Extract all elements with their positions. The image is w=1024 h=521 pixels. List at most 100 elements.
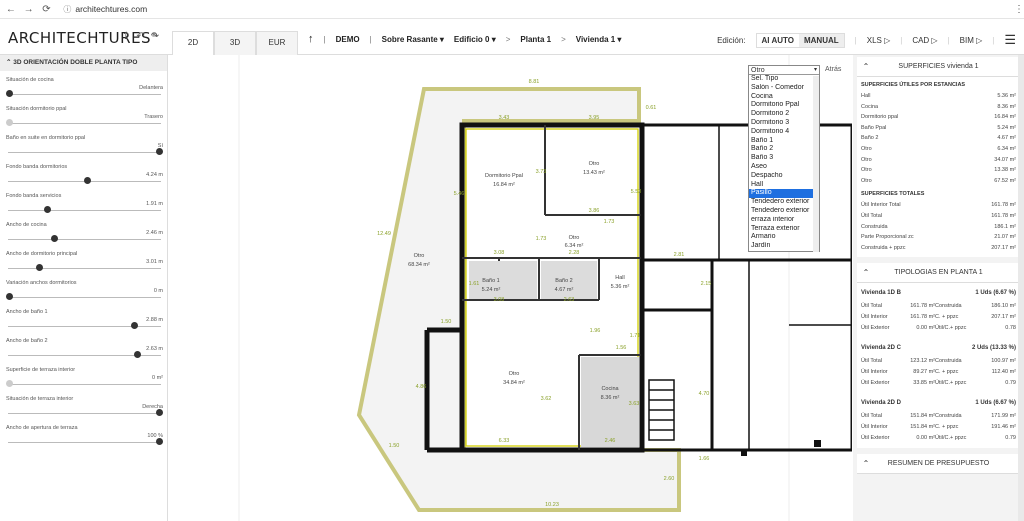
- room-label[interactable]: Hall: [615, 275, 624, 281]
- address-bar[interactable]: ⓘ architechtures.com: [63, 2, 1009, 16]
- parameter-slider[interactable]: Situación dormitorio ppal Trasero: [0, 100, 167, 129]
- crumb-edificio[interactable]: Edificio 0 ▾: [454, 35, 496, 44]
- slider-track[interactable]: [8, 297, 161, 298]
- reload-icon[interactable]: ⟳: [40, 4, 54, 15]
- slider-handle[interactable]: [51, 235, 58, 242]
- room-type-option[interactable]: Tendedero exterior: [749, 198, 819, 207]
- tab-3d[interactable]: 3D: [214, 31, 256, 55]
- slider-track[interactable]: [8, 326, 161, 327]
- mode-ai-auto-button[interactable]: AI AUTO: [757, 34, 799, 47]
- slider-handle[interactable]: [133, 351, 141, 358]
- mode-manual-button[interactable]: MANUAL: [798, 33, 844, 47]
- upload-icon[interactable]: ⇪: [122, 31, 130, 42]
- slider-handle[interactable]: [156, 148, 163, 155]
- room-label[interactable]: Otro: [509, 371, 520, 377]
- room-label[interactable]: Otro: [589, 161, 600, 167]
- room-type-option[interactable]: Dormitorio Ppal: [749, 101, 819, 110]
- slider-track[interactable]: [8, 210, 161, 211]
- parameter-slider[interactable]: Situación de terraza interior Derecha: [0, 390, 167, 419]
- slider-handle[interactable]: [6, 119, 13, 126]
- tab-2d[interactable]: 2D: [172, 31, 214, 55]
- slider-handle[interactable]: [6, 380, 13, 387]
- tab-eur[interactable]: EUR: [256, 31, 298, 55]
- forward-icon[interactable]: →: [22, 4, 36, 15]
- slider-handle[interactable]: [156, 409, 163, 416]
- room-type-option[interactable]: Cocina: [749, 93, 819, 102]
- room-label[interactable]: Cocina: [601, 386, 619, 392]
- parameter-slider[interactable]: Ancho de apertura de terraza 100 %: [0, 419, 167, 448]
- hamburger-menu-icon[interactable]: ☰: [1004, 32, 1016, 48]
- slider-handle[interactable]: [156, 438, 163, 445]
- slider-track[interactable]: [8, 239, 161, 240]
- room-type-option[interactable]: Aseo: [749, 163, 819, 172]
- parameter-slider[interactable]: Fondo banda dormitorios 4.24 m: [0, 158, 167, 187]
- room-label[interactable]: Otro: [414, 253, 425, 259]
- slider-track[interactable]: [8, 94, 161, 95]
- crumb-sobre-rasante[interactable]: Sobre Rasante ▾: [382, 35, 444, 44]
- back-link[interactable]: Atrás: [825, 66, 841, 73]
- room-type-option[interactable]: Dormitorio 4: [749, 128, 819, 137]
- room-type-selected[interactable]: Otro ▾: [749, 66, 819, 75]
- parameter-slider[interactable]: Situación de cocina Delantera: [0, 71, 167, 100]
- room-type-option[interactable]: Baño 1: [749, 137, 819, 146]
- dropdown-scrollbar[interactable]: [813, 76, 819, 252]
- parameter-slider[interactable]: Fondo banda servicios 1.91 m: [0, 187, 167, 216]
- site-info-icon[interactable]: ⓘ: [63, 4, 71, 15]
- export-cad-button[interactable]: CAD ▷: [912, 36, 937, 45]
- room-type-option[interactable]: Baño 3: [749, 154, 819, 163]
- back-icon[interactable]: ←: [4, 4, 18, 15]
- parameter-slider[interactable]: Superficie de terraza interior 0 m²: [0, 361, 167, 390]
- room-label[interactable]: Baño 1: [482, 278, 499, 284]
- redo-icon[interactable]: ↷: [151, 31, 159, 42]
- parameter-slider[interactable]: Ancho de dormitorio principal 3.01 m: [0, 245, 167, 274]
- room-label[interactable]: Dormitorio Ppal: [485, 173, 523, 179]
- panel-scrollbar[interactable]: [1018, 55, 1024, 521]
- crumb-vivienda[interactable]: Vivienda 1 ▾: [576, 35, 622, 44]
- export-xls-button[interactable]: XLS ▷: [867, 36, 891, 45]
- parameter-slider[interactable]: Baño en suite en dormitorio ppal Sí: [0, 129, 167, 158]
- crumb-planta[interactable]: Planta 1: [520, 35, 551, 44]
- room-type-option[interactable]: Tendedero exterior: [749, 207, 819, 216]
- room-type-option[interactable]: Armario: [749, 233, 819, 242]
- slider-handle[interactable]: [6, 293, 13, 300]
- export-bim-button[interactable]: BIM ▷: [960, 36, 983, 45]
- room-type-option[interactable]: Hall: [749, 181, 819, 190]
- room-type-option[interactable]: Pasillo: [749, 189, 819, 199]
- browser-menu-icon[interactable]: ⋮: [1014, 4, 1024, 15]
- slider-track[interactable]: [8, 442, 161, 443]
- room-type-option[interactable]: Dormitorio 3: [749, 119, 819, 128]
- parameter-slider[interactable]: Ancho de cocina 2.46 m: [0, 216, 167, 245]
- room-type-option[interactable]: Sel. Tipo: [749, 75, 819, 84]
- slider-value: 2.63 m: [146, 346, 163, 352]
- parameters-title[interactable]: ⌃ 3D ORIENTACIÓN DOBLE PLANTA TIPO: [0, 55, 167, 71]
- room-type-select[interactable]: Otro ▾ Sel. Tipo Salón - Comedor Cocina Dorm…: [748, 65, 820, 252]
- slider-handle[interactable]: [43, 206, 51, 213]
- room-type-option[interactable]: Despacho: [749, 172, 819, 181]
- undo-icon[interactable]: ↶: [136, 31, 144, 42]
- slider-track[interactable]: [8, 123, 161, 124]
- room-type-option[interactable]: Dormitorio 2: [749, 110, 819, 119]
- room-label[interactable]: Baño 2: [555, 278, 572, 284]
- room-type-option[interactable]: Terraza exterior: [749, 225, 819, 234]
- room-type-option[interactable]: erraza interior: [749, 216, 819, 225]
- slider-track[interactable]: [8, 152, 161, 153]
- slider-track[interactable]: [8, 384, 161, 385]
- slider-track[interactable]: [8, 268, 161, 269]
- slider-handle[interactable]: [84, 177, 91, 184]
- slider-track[interactable]: [8, 413, 161, 414]
- parameter-slider[interactable]: Variación anchos dormitorios 0 m: [0, 274, 167, 303]
- tipologias-header[interactable]: ⌃ TIPOLOGIAS EN PLANTA 1: [857, 263, 1020, 284]
- parameter-slider[interactable]: Ancho de baño 1 2.88 m: [0, 303, 167, 332]
- room-type-option[interactable]: Salón - Comedor: [749, 84, 819, 93]
- room-label[interactable]: Otro: [569, 235, 580, 241]
- crumb-demo[interactable]: DEMO: [336, 35, 360, 44]
- slider-handle[interactable]: [6, 90, 13, 97]
- slider-handle[interactable]: [36, 264, 43, 271]
- parameter-slider[interactable]: Ancho de baño 2 2.63 m: [0, 332, 167, 361]
- arrow-up-icon[interactable]: ↑: [308, 33, 314, 45]
- presupuesto-header[interactable]: ⌃ RESUMEN DE PRESUPUESTO: [857, 454, 1020, 475]
- slider-handle[interactable]: [130, 322, 138, 329]
- room-type-option[interactable]: Baño 2: [749, 145, 819, 154]
- superficies-header[interactable]: ⌃ SUPERFICIES vivienda 1: [857, 57, 1020, 77]
- room-type-option[interactable]: Jardín: [749, 242, 819, 251]
